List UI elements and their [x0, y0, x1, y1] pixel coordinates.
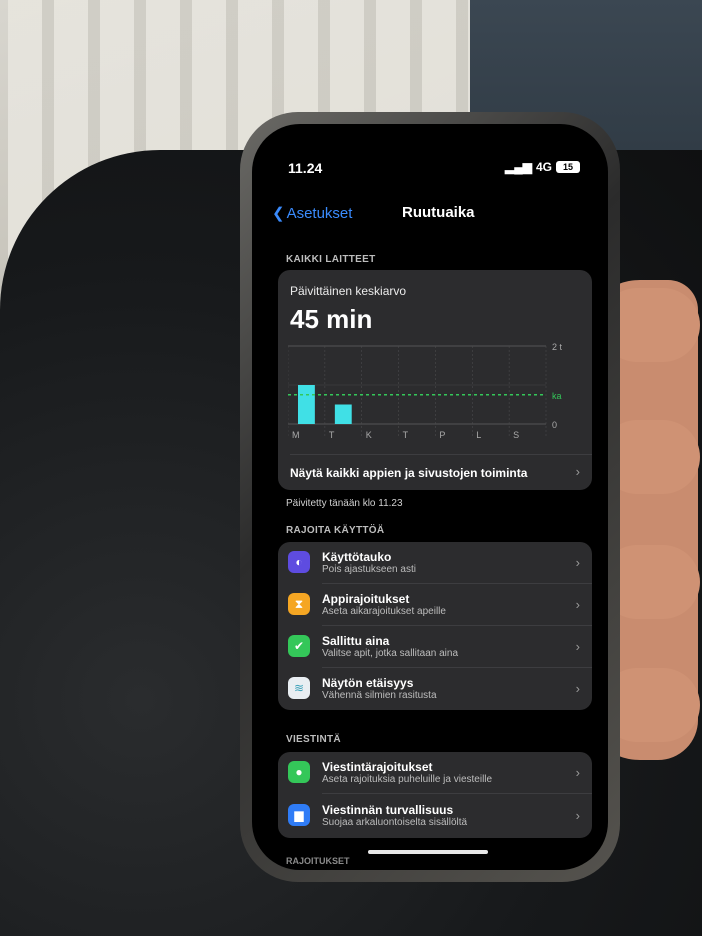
restrict-card: ◐ Käyttötauko Pois ajastukseen asti › ⧗ … [278, 542, 592, 710]
home-indicator[interactable] [368, 850, 488, 854]
section-label-all-devices: KAIKKI LAITTEET [286, 254, 376, 265]
section-label-restrict: RAJOITA KÄYTTÖÄ [286, 525, 385, 536]
list-item-communication-safety[interactable]: ▆ Viestinnän turvallisuus Suojaa arkaluo… [278, 795, 592, 837]
back-button[interactable]: ❮ Asetukset [272, 204, 353, 223]
x-tick-label: T [329, 430, 335, 440]
nav-bar: ❮ Asetukset Ruutuaika [272, 204, 588, 226]
section-label-communication: VIESTINTÄ [286, 734, 341, 745]
show-all-activity-link[interactable]: Näytä kaikki appien ja sivustojen toimin… [290, 466, 527, 480]
daily-average-label: Päivittäinen keskiarvo [290, 284, 407, 298]
list-item-title: Appirajoitukset [322, 592, 410, 606]
chevron-right-icon: › [575, 555, 580, 570]
list-item-subtitle: Aseta rajoituksia puheluille ja viesteil… [322, 774, 493, 785]
list-item-subtitle: Aseta aikarajoitukset apeille [322, 606, 446, 617]
section-label-next: RAJOITUKSET [286, 856, 350, 866]
chevron-right-icon: › [575, 639, 580, 654]
divider [290, 454, 592, 455]
x-tick-label: L [476, 430, 481, 440]
signal-icon: ▂▄▆ [505, 160, 532, 174]
x-tick-label: P [439, 430, 445, 440]
chevron-right-icon: › [575, 765, 580, 780]
status-bar: 11.24 ▂▄▆ 4G 15 [288, 160, 580, 178]
x-tick-label: K [366, 430, 372, 440]
list-item-communication-limits[interactable]: ● Viestintärajoitukset Aseta rajoituksia… [278, 752, 592, 794]
contact-icon: ● [288, 761, 310, 783]
chart-bar [298, 385, 315, 424]
status-time: 11.24 [288, 160, 323, 176]
chevron-right-icon: › [575, 681, 580, 696]
divider [322, 793, 592, 794]
hourglass-icon: ⧗ [288, 593, 310, 615]
network-label: 4G [535, 160, 552, 174]
list-item-subtitle: Vähennä silmien rasitusta [322, 690, 437, 701]
x-tick-label: M [292, 430, 300, 440]
average-label: ka [552, 391, 562, 401]
daily-average-value[interactable]: 45 min [290, 304, 372, 335]
list-item-subtitle: Valitse apit, jotka sallitaan aina [322, 648, 459, 659]
chevron-right-icon: › [575, 808, 580, 823]
list-item-app-limits[interactable]: ⧗ Appirajoitukset Aseta aikarajoitukset … [278, 584, 592, 626]
message-icon: ▆ [288, 804, 310, 826]
communication-card: ● Viestintärajoitukset Aseta rajoituksia… [278, 752, 592, 838]
battery-icon: 15 [556, 161, 580, 173]
chevron-left-icon: ❮ [272, 205, 285, 222]
list-item-always-allowed[interactable]: ✔ Sallittu aina Valitse apit, jotka sall… [278, 626, 592, 668]
usage-chart[interactable]: ka 2 t 0 M T K T P L S [288, 338, 574, 450]
back-label: Asetukset [286, 204, 353, 222]
y-tick-label: 0 [552, 420, 557, 430]
x-tick-label: T [403, 430, 409, 440]
downtime-icon: ◐ [288, 551, 310, 573]
list-item-title: Viestintärajoitukset [322, 760, 433, 774]
page-title: Ruutuaika [402, 204, 475, 221]
chart-bar [334, 404, 352, 424]
updated-text: Päivitetty tänään klo 11.23 [286, 498, 403, 509]
list-item-subtitle: Pois ajastukseen asti [322, 564, 416, 575]
list-item-title: Viestinnän turvallisuus [322, 803, 454, 817]
list-item-downtime[interactable]: ◐ Käyttötauko Pois ajastukseen asti › [278, 542, 592, 584]
list-item-title: Näytön etäisyys [322, 676, 414, 690]
list-item-title: Käyttötauko [322, 550, 392, 564]
chevron-right-icon: › [575, 464, 580, 479]
list-item-subtitle: Suojaa arkaluontoiselta sisällöltä [322, 817, 468, 828]
phone: 11.24 ▂▄▆ 4G 15 ❮ Asetukset Ruutuaika KA… [240, 112, 620, 882]
check-icon: ✔ [288, 635, 310, 657]
y-tick-label: 2 t [552, 342, 563, 352]
chevron-right-icon: › [575, 597, 580, 612]
screen-distance-icon: ≋ [288, 677, 310, 699]
status-right: ▂▄▆ 4G 15 [505, 160, 580, 174]
usage-card: Päivittäinen keskiarvo 45 min ka 2 t 0 M T K T… [278, 270, 592, 490]
list-item-screen-distance[interactable]: ≋ Näytön etäisyys Vähennä silmien rasitu… [278, 668, 592, 710]
x-tick-label: S [513, 430, 519, 440]
list-item-title: Sallittu aina [322, 634, 390, 648]
phone-screen: 11.24 ▂▄▆ 4G 15 ❮ Asetukset Ruutuaika KA… [252, 124, 608, 870]
